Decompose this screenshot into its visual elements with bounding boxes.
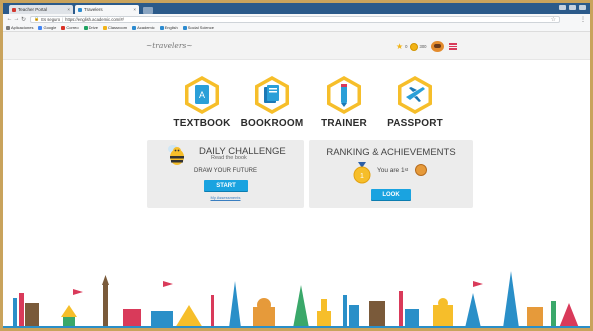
bookmark-label: Social Science bbox=[187, 25, 215, 30]
trainer-icon bbox=[324, 75, 364, 115]
bookroom-icon bbox=[252, 75, 292, 115]
favicon-icon bbox=[12, 7, 16, 12]
bookmark-label: English bbox=[164, 25, 178, 30]
close-window-button[interactable] bbox=[579, 5, 586, 10]
bookmark-academic[interactable]: Academic bbox=[132, 25, 155, 30]
start-button[interactable]: START bbox=[204, 180, 248, 191]
bookmark-drive[interactable]: Drive bbox=[83, 25, 98, 30]
bookmark-classroom[interactable]: Classroom bbox=[102, 25, 128, 30]
drive-icon bbox=[83, 25, 88, 30]
minimize-button[interactable] bbox=[559, 5, 566, 10]
window-controls bbox=[559, 5, 586, 10]
bookmark-google[interactable]: Google bbox=[38, 25, 56, 30]
world-landmarks-skyline bbox=[3, 271, 590, 328]
bookmark-label: Academic bbox=[137, 25, 155, 30]
classroom-icon bbox=[102, 25, 107, 30]
header-status: ★ 0 300 bbox=[396, 41, 457, 52]
bookmark-mail[interactable]: Correo bbox=[61, 25, 79, 30]
star-icon: ★ bbox=[396, 41, 404, 51]
coins-count: 300 bbox=[419, 44, 427, 49]
academic-icon bbox=[132, 25, 137, 30]
back-icon[interactable]: ← bbox=[6, 16, 13, 22]
achievement-badge-icon bbox=[415, 164, 427, 176]
hamburger-menu-icon[interactable] bbox=[448, 43, 457, 50]
nav-label: PASSPORT bbox=[387, 118, 443, 129]
passport-icon bbox=[395, 75, 435, 115]
browser-window: Teacher Portal × Travelers × ← → ↻ 🔒 Es … bbox=[3, 3, 590, 328]
nav-bookroom[interactable]: BOOKROOM bbox=[237, 75, 307, 131]
site-header: ~travelers~ ★ 0 300 bbox=[3, 32, 590, 60]
forward-icon[interactable]: → bbox=[13, 16, 20, 22]
new-tab-button[interactable] bbox=[143, 7, 153, 14]
bookmark-label: Drive bbox=[88, 25, 98, 30]
medal-icon: 1 bbox=[353, 162, 371, 184]
favicon-icon bbox=[78, 7, 82, 12]
bookmark-label: Google bbox=[43, 25, 57, 30]
daily-challenge-panel: DAILY CHALLENGE Read the book DRAW YOUR … bbox=[147, 140, 304, 208]
textbook-icon: A bbox=[182, 75, 222, 115]
assessments-link[interactable]: My Assessments bbox=[147, 195, 304, 200]
bookmarks-bar: Aplicaciones Google Correo Drive Classro… bbox=[3, 24, 590, 32]
daily-challenge-subtitle: Read the book bbox=[211, 155, 247, 161]
bookmark-apps[interactable]: Aplicaciones bbox=[6, 25, 33, 30]
coin-icon bbox=[409, 42, 418, 51]
english-icon bbox=[159, 25, 164, 30]
close-tab-icon[interactable]: × bbox=[133, 7, 136, 12]
apps-icon bbox=[6, 25, 10, 30]
bookmark-social-science[interactable]: Social Science bbox=[182, 25, 215, 30]
tab-strip: Teacher Portal × Travelers × bbox=[3, 3, 590, 14]
ranking-text: You are 1st bbox=[377, 167, 408, 174]
address-row: ← → ↻ 🔒 Es seguro | https://english.acad… bbox=[3, 14, 590, 24]
close-tab-icon[interactable]: × bbox=[67, 7, 70, 12]
ranking-text-main: You are 1 bbox=[377, 167, 405, 174]
avatar[interactable] bbox=[430, 41, 444, 52]
medal-number: 1 bbox=[360, 173, 364, 180]
lock-icon: 🔒 bbox=[34, 16, 40, 21]
ranking-ordinal: st bbox=[404, 167, 409, 172]
stars-count: 0 bbox=[405, 44, 408, 49]
secure-label: Es seguro bbox=[41, 16, 61, 22]
mail-icon bbox=[61, 25, 66, 30]
nav-trainer[interactable]: TRAINER bbox=[309, 75, 379, 131]
browser-tab-travelers[interactable]: Travelers × bbox=[75, 5, 139, 14]
nav-label: TEXTBOOK bbox=[173, 118, 231, 129]
ranking-panel: RANKING & ACHIEVEMENTS 1 You are 1st LOO… bbox=[309, 140, 473, 208]
bookmark-star-icon[interactable]: ☆ bbox=[551, 16, 556, 23]
bookmark-label: Classroom bbox=[107, 25, 128, 30]
tab-label: Travelers bbox=[84, 7, 103, 12]
svg-text:A: A bbox=[199, 90, 205, 100]
nav-label: TRAINER bbox=[321, 118, 367, 129]
google-icon bbox=[38, 25, 43, 30]
url-text: https://english.academic.com/#/ bbox=[65, 16, 124, 22]
book-title: DRAW YOUR FUTURE bbox=[194, 168, 257, 174]
maximize-button[interactable] bbox=[569, 5, 576, 10]
bee-icon bbox=[168, 145, 184, 165]
bookmark-english[interactable]: English bbox=[159, 25, 178, 30]
nav-textbook[interactable]: A TEXTBOOK bbox=[167, 75, 237, 131]
tab-label: Teacher Portal bbox=[18, 7, 48, 12]
site-logo[interactable]: ~travelers~ bbox=[146, 41, 193, 50]
nav-passport[interactable]: PASSPORT bbox=[380, 75, 450, 131]
address-bar[interactable]: 🔒 Es seguro | https://english.academic.c… bbox=[30, 15, 560, 23]
nav-label: BOOKROOM bbox=[240, 118, 304, 129]
bookmark-label: Aplicaciones bbox=[11, 25, 34, 30]
separator: | bbox=[62, 16, 64, 22]
browser-menu-icon[interactable]: ⋮ bbox=[580, 16, 586, 23]
social-science-icon bbox=[182, 25, 187, 30]
look-button[interactable]: LOOK bbox=[371, 189, 411, 200]
bookmark-label: Correo bbox=[66, 25, 79, 30]
browser-tab-teacher-portal[interactable]: Teacher Portal × bbox=[9, 5, 73, 14]
reload-icon[interactable]: ↻ bbox=[20, 16, 27, 23]
ranking-title: RANKING & ACHIEVEMENTS bbox=[326, 147, 456, 158]
